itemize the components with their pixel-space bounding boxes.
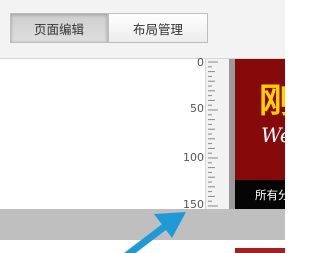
ruler-label-50: 50 xyxy=(190,102,204,115)
ruler-ticks xyxy=(208,61,218,207)
page-divider-band xyxy=(0,209,285,240)
banner-nav-text: 所有分 xyxy=(255,188,285,202)
tab-layout-manage-label: 布局管理 xyxy=(132,21,183,37)
tab-page-edit[interactable]: 页面编辑 xyxy=(10,13,108,43)
vertical-ruler: 0 50 100 150 xyxy=(183,56,230,211)
tab-layout-manage[interactable]: 布局管理 xyxy=(108,13,208,43)
banner-title: 刚 xyxy=(259,81,285,121)
tab-page-edit-label: 页面编辑 xyxy=(33,21,84,37)
banner-subtitle: We xyxy=(261,123,285,147)
banner-nav-bar: 所有分 xyxy=(235,180,285,209)
ruler-label-100: 100 xyxy=(183,151,204,164)
edit-canvas[interactable] xyxy=(0,59,205,209)
banner-preview[interactable]: 刚 We xyxy=(235,59,285,180)
ruler-label-0: 0 xyxy=(197,56,204,69)
editor-toolbar: 页面编辑 布局管理 xyxy=(0,0,285,59)
lower-banner-edge xyxy=(235,248,285,253)
